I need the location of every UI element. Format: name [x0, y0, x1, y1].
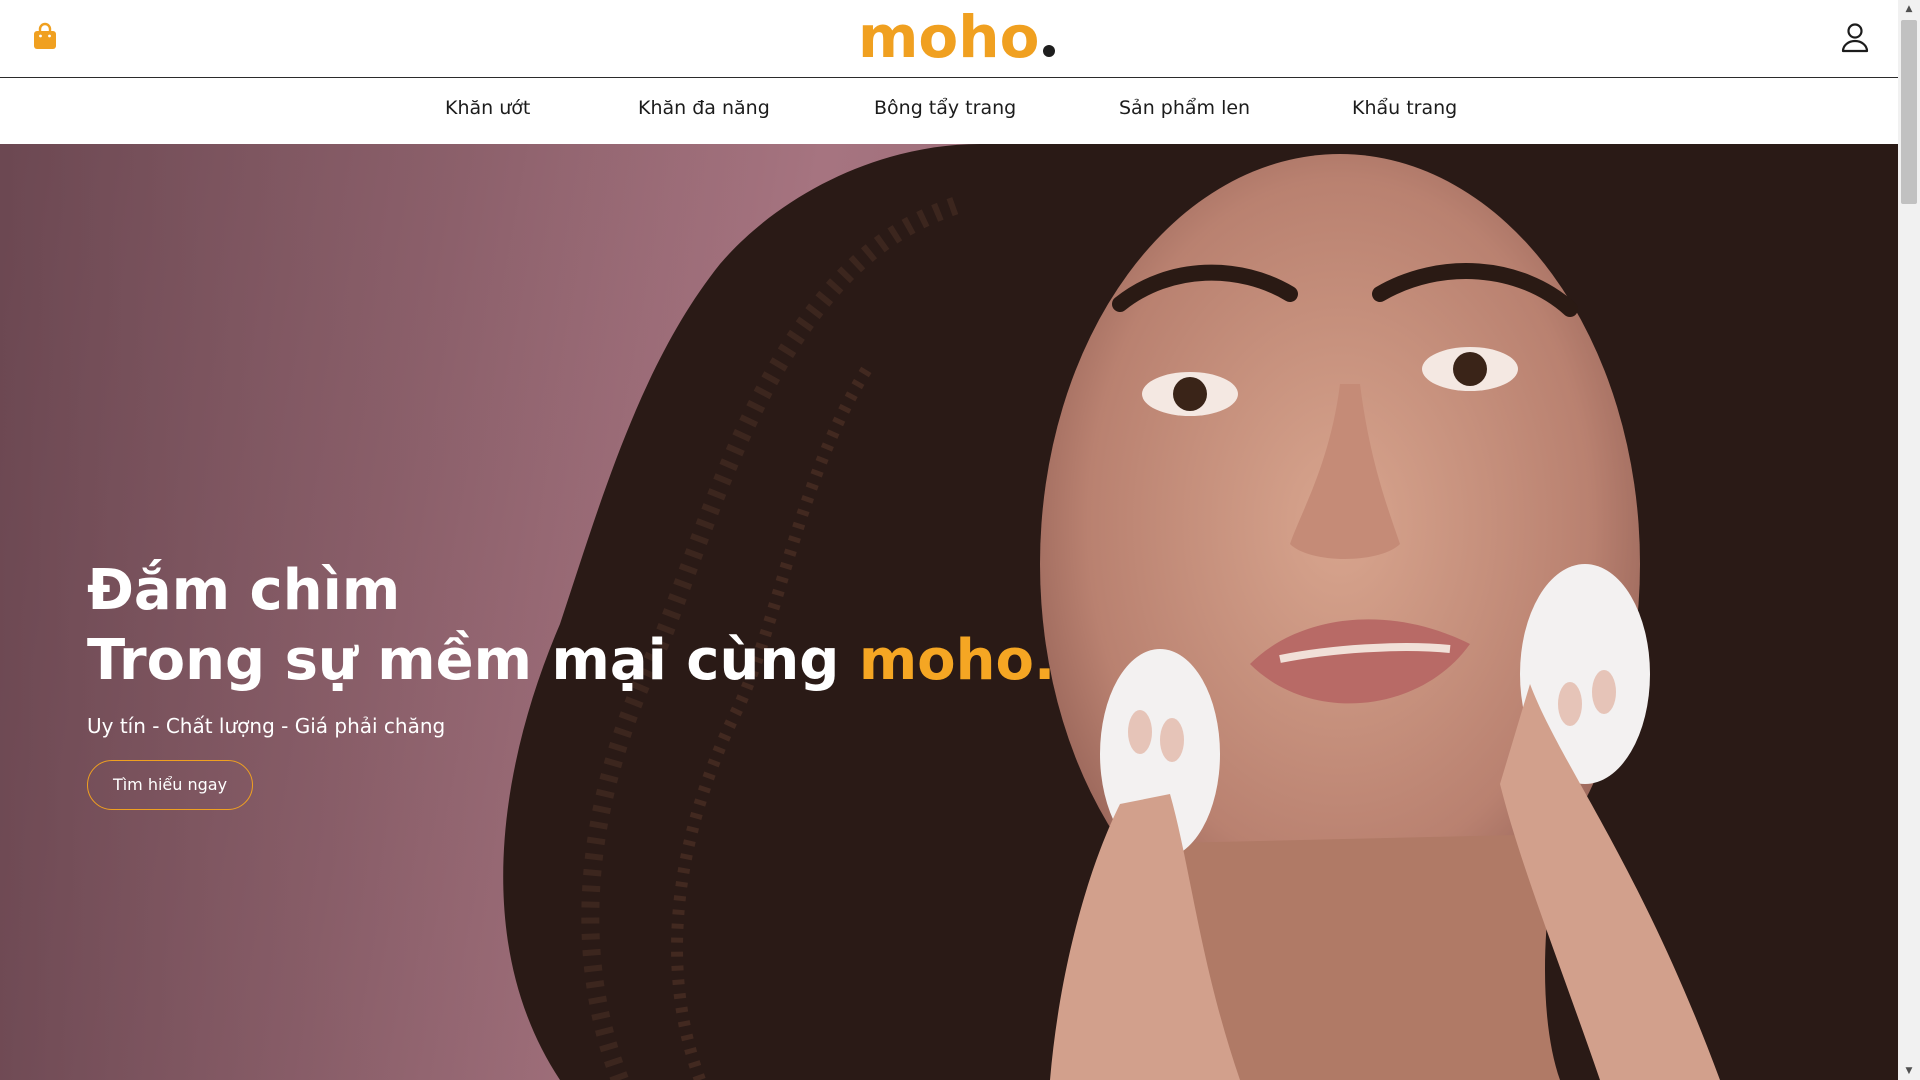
nav-item-san-pham-len[interactable]: Sản phẩm len — [1119, 97, 1250, 119]
hero-heading-brand: moho. — [858, 628, 1056, 693]
site-header: moho — [0, 0, 1898, 78]
user-icon — [1841, 23, 1869, 53]
scrollbar-thumb[interactable] — [1901, 20, 1917, 204]
shopping-bag-icon — [34, 22, 56, 49]
page: moho Khăn ướt Khăn đa năng Bông tẩy tran… — [0, 0, 1920, 1080]
cart-button[interactable] — [30, 22, 60, 52]
learn-more-button[interactable]: Tìm hiểu ngay — [87, 760, 253, 810]
scroll-down-arrow-icon[interactable]: ▼ — [1898, 1062, 1920, 1080]
nav-item-khau-trang[interactable]: Khẩu trang — [1352, 97, 1457, 119]
hero-heading: Đắm chìm Trong sự mềm mại cùng moho. — [87, 556, 1055, 696]
page-scrollbar[interactable]: ▲ ▼ — [1898, 0, 1920, 1080]
nav-item-bong-tay-trang[interactable]: Bông tẩy trang — [874, 97, 1016, 119]
hero-heading-line1: Đắm chìm — [87, 558, 401, 623]
hero-subtitle: Uy tín - Chất lượng - Giá phải chăng — [87, 714, 446, 738]
logo-text: moho — [858, 3, 1040, 71]
hero-banner: Đắm chìm Trong sự mềm mại cùng moho. Uy … — [0, 144, 1898, 1080]
hero-heading-line2-text: Trong sự mềm mại cùng — [87, 628, 859, 693]
nav-item-khan-da-nang[interactable]: Khăn đa năng — [638, 97, 770, 119]
brand-logo[interactable]: moho — [858, 2, 1056, 72]
category-nav: Khăn ướt Khăn đa năng Bông tẩy trang Sản… — [0, 78, 1898, 144]
nav-item-khan-uot[interactable]: Khăn ướt — [445, 97, 530, 119]
logo-dot — [1043, 45, 1056, 57]
hero-heading-line2: Trong sự mềm mại cùng moho. — [87, 626, 1055, 696]
account-button[interactable] — [1838, 20, 1872, 54]
scroll-up-arrow-icon[interactable]: ▲ — [1898, 0, 1920, 18]
